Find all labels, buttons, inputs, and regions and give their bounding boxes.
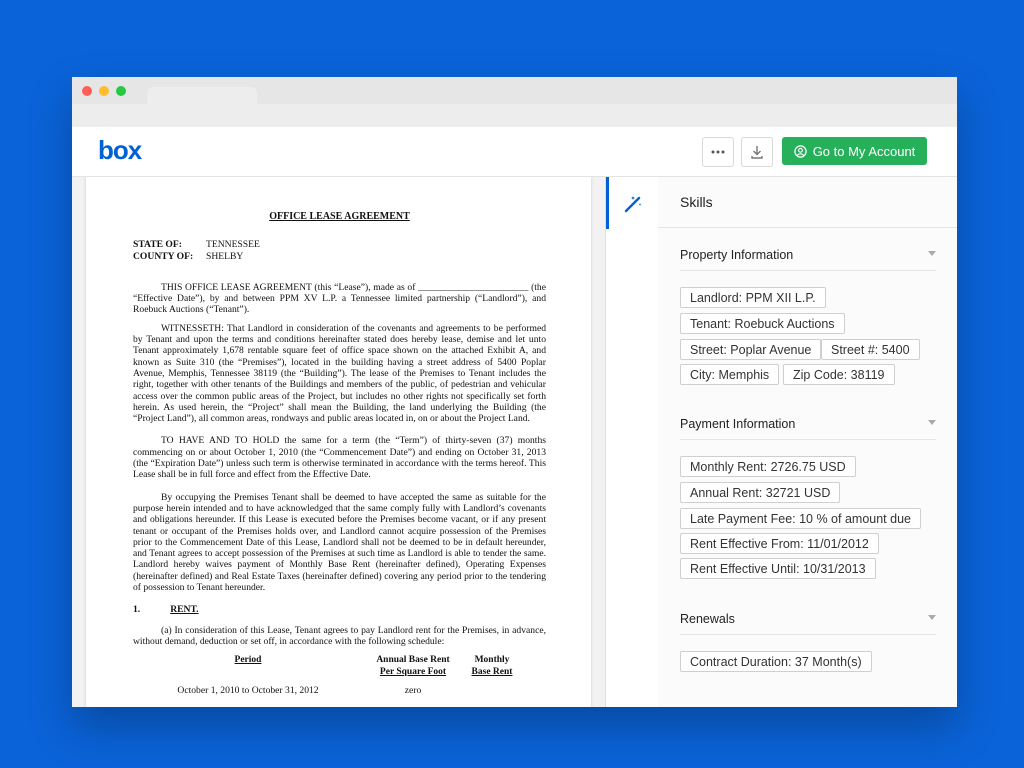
skill-chip[interactable]: Contract Duration: 37 Month(s) [680,651,872,672]
skill-chip[interactable]: Landlord: PPM XII L.P. [680,287,826,308]
state-value: TENNESSEE [206,239,260,251]
box-logo[interactable]: box [98,135,142,166]
payment-information-header[interactable]: Payment Information [680,409,936,440]
collapse-caret-icon[interactable] [928,251,936,256]
section-number: 1. [133,604,141,616]
skill-chip[interactable]: Monthly Rent: 2726.75 USD [680,456,856,477]
more-options-button[interactable] [702,137,734,167]
schedule-period: October 1, 2010 to October 31, 2012 [177,684,319,696]
document-title: OFFICE LEASE AGREEMENT [269,211,410,222]
rent-section-heading: 1. RENT. [133,604,546,615]
property-information-header[interactable]: Property Information [680,240,936,271]
lease-intro-paragraph: THIS OFFICE LEASE AGREEMENT (this “Lease… [133,281,546,316]
go-to-my-account-button[interactable]: Go to My Account [782,137,927,165]
collapse-caret-icon[interactable] [928,615,936,620]
section-title: Renewals [680,612,735,626]
close-window-icon[interactable] [82,86,92,96]
go-button-label: Go to My Account [812,143,916,159]
state-label: STATE OF: [133,239,182,251]
skill-chip[interactable]: Annual Rent: 32721 USD [680,482,841,503]
annual-header-line2: Per Square Foot [379,666,447,677]
sidebar-rail [605,177,659,707]
app-header: box Go to My Account [72,127,957,177]
state-row: STATE OF: TENNESSEE [133,239,546,250]
skill-chip[interactable]: Zip Code: 38119 [783,364,895,385]
browser-toolbar [72,104,957,127]
magic-wand-icon [624,196,642,213]
renewals-header[interactable]: Renewals [680,604,936,635]
skill-chip[interactable]: Late Payment Fee: 10 % of amount due [680,508,921,529]
monthly-header-line2: Base Rent [471,666,513,677]
browser-chrome [72,77,957,127]
section-title: RENT. [170,604,199,616]
maximize-window-icon[interactable] [116,86,126,96]
skill-chip[interactable]: Street: Poplar Avenue [680,339,822,360]
browser-window: box Go to My Account OFFICE LEASE AGREEM… [72,77,957,707]
schedule-annual: zero [404,684,422,696]
more-icon [711,150,725,154]
possession-paragraph: By occupying the Premises Tenant shall b… [133,491,546,594]
collapse-caret-icon[interactable] [928,420,936,425]
browser-tab[interactable] [147,87,257,107]
rent-schedule-row: October 1, 2010 to October 31, 2012 zero [133,685,546,696]
rent-schedule-header: Period Annual Base Rent Per Square Foot … [133,655,546,678]
skill-chip[interactable]: Street #: 5400 [821,339,920,360]
skills-tab[interactable] [623,194,643,219]
skills-title: Skills [680,194,713,210]
period-header: Period [234,655,262,666]
skill-chip[interactable]: Rent Effective Until: 10/31/2013 [680,558,876,579]
witnesseth-paragraph: WITNESSETH: That Landlord in considerati… [133,322,546,425]
minimize-window-icon[interactable] [99,86,109,96]
county-value: SHELBY [206,250,244,262]
county-label: COUNTY OF: [133,250,194,262]
skill-chip[interactable]: City: Memphis [680,364,780,385]
skill-chip[interactable]: Rent Effective From: 11/01/2012 [680,533,879,554]
document-viewer[interactable]: OFFICE LEASE AGREEMENT STATE OF: TENNESS… [72,177,605,707]
county-row: COUNTY OF: SHELBY [133,251,546,262]
term-paragraph: TO HAVE AND TO HOLD the same for a term … [133,435,546,481]
monthly-header-line1: Monthly [474,655,510,666]
section-title: Payment Information [680,417,796,431]
download-button[interactable] [741,137,773,167]
skills-panel: Skills Property Information Landlord: PP… [658,177,957,707]
rent-paragraph: (a) In consideration of this Lease, Tena… [133,624,546,647]
section-title: Property Information [680,248,794,262]
skill-chip[interactable]: Tenant: Roebuck Auctions [680,313,845,334]
account-icon [793,144,807,158]
document-page: OFFICE LEASE AGREEMENT STATE OF: TENNESS… [86,177,591,707]
download-icon [751,146,763,159]
active-tab-indicator [606,177,609,229]
annual-header-line1: Annual Base Rent [376,655,450,666]
divider [658,227,957,228]
